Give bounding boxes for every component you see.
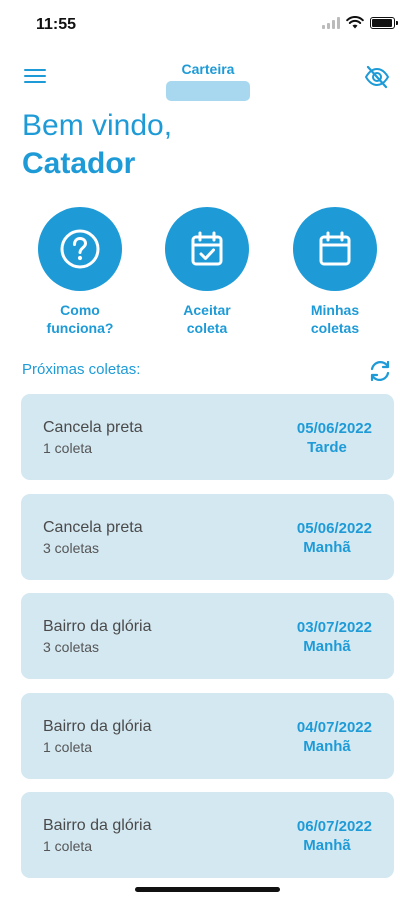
refresh-icon[interactable] (367, 358, 393, 384)
action-label: Aceitar coleta (183, 302, 231, 336)
collection-period: Manhã (303, 638, 351, 655)
action-circle (293, 207, 377, 291)
home-indicator[interactable] (135, 887, 280, 892)
question-icon (60, 229, 100, 269)
collection-count: 1 coleta (43, 440, 93, 456)
collection-count: 3 coletas (43, 639, 100, 655)
action-label: Minhas coletas (310, 302, 360, 336)
how-it-works-button[interactable]: Como funciona? (25, 207, 135, 337)
collection-period: Manhã (303, 737, 351, 755)
hamburger-menu-icon[interactable] (24, 65, 52, 89)
collection-card[interactable]: Cancela preta 3 coletas 05/06/2022 Manhã (21, 493, 394, 580)
wallet-balance-hidden (166, 81, 250, 101)
wifi-icon (346, 16, 364, 29)
action-circle (165, 207, 249, 291)
cellular-signal-icon (322, 16, 340, 29)
collection-place: Bairro da glória (43, 817, 152, 834)
wallet-label: Carteira (181, 61, 235, 77)
collection-period: Tarde (307, 439, 347, 456)
collection-card[interactable]: Bairro da glória 1 coleta 06/07/2022 Man… (21, 792, 394, 878)
calendar-check-icon (191, 231, 223, 266)
collection-date: 04/07/2022 (296, 718, 372, 736)
collection-date: 05/06/2022 (296, 519, 372, 537)
quick-actions: Como funciona? Aceitar coleta Minhas col… (0, 207, 415, 337)
collection-date: 06/07/2022 (296, 818, 372, 835)
action-circle (38, 207, 122, 291)
collection-period: Manhã (303, 837, 351, 854)
battery-icon (370, 16, 398, 29)
collection-place: Cancela preta (43, 518, 143, 536)
collection-place: Cancela preta (43, 419, 143, 436)
collection-card[interactable]: Cancela preta 1 coleta 05/06/2022 Tarde (21, 394, 394, 480)
my-collections-button[interactable]: Minhas coletas (280, 207, 390, 337)
top-bar: Carteira (0, 55, 415, 105)
status-time: 11:55 (36, 16, 77, 33)
collections-list: Cancela preta 1 coleta 05/06/2022 Tarde … (21, 394, 394, 892)
action-label: Como funciona? (46, 302, 114, 336)
greeting-welcome: Bem vindo, (22, 109, 173, 142)
collection-count: 3 coletas (43, 539, 100, 556)
collection-card[interactable]: Bairro da glória 1 coleta 04/07/2022 Man… (21, 692, 394, 779)
calendar-icon (319, 231, 351, 266)
collection-card[interactable]: Bairro da glória 3 coletas 03/07/2022 Ma… (21, 593, 394, 679)
collection-date: 03/07/2022 (296, 619, 372, 636)
section-title: Próximas coletas: (22, 361, 141, 378)
collection-count: 1 coleta (43, 738, 93, 755)
collection-place: Bairro da glória (43, 618, 152, 635)
collection-count: 1 coleta (43, 838, 93, 854)
upcoming-collections-header: Próximas coletas: (22, 358, 393, 384)
accept-collection-button[interactable]: Aceitar coleta (152, 207, 262, 337)
collection-period: Manhã (303, 538, 351, 556)
eye-off-icon[interactable] (363, 63, 391, 91)
greeting-username: Catador (22, 147, 136, 180)
collection-place: Bairro da glória (43, 717, 152, 735)
wallet[interactable]: Carteira (166, 61, 250, 101)
battery-level (372, 18, 392, 27)
greeting: Bem vindo, Catador (22, 108, 172, 184)
collection-date: 05/06/2022 (296, 420, 372, 437)
status-bar: 11:55 (0, 0, 415, 50)
status-icons (322, 16, 398, 29)
